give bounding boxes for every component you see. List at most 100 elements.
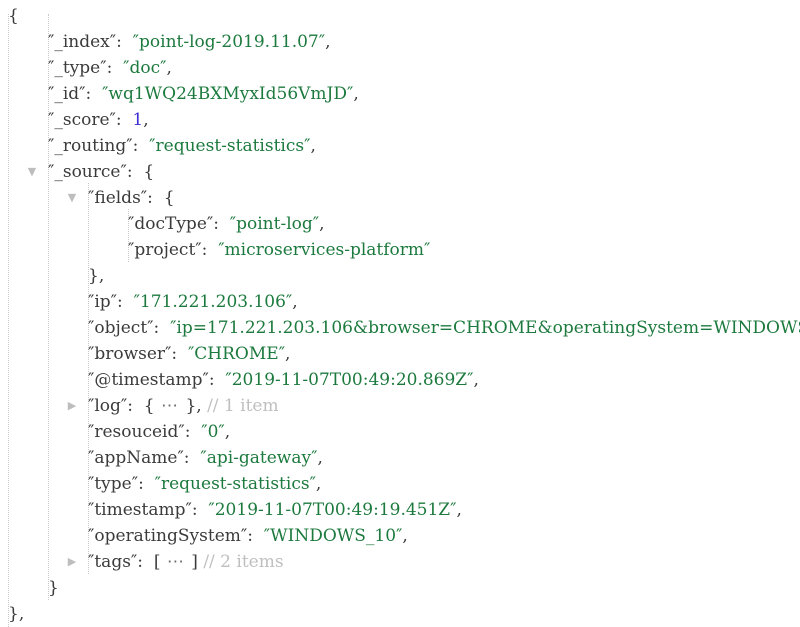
json-key: ″log″ [88,396,128,416]
json-line: { [0,3,800,29]
json-ellipsis[interactable]: ⋯ [160,552,191,572]
json-punctuation: , [317,448,323,468]
json-key: ″appName″ [88,448,184,468]
json-key: ″timestamp″ [88,500,192,520]
json-punctuation: ] [191,552,198,572]
json-key: ″fields″ [88,188,148,208]
json-punctuation [219,214,230,234]
json-line-content: ″_id″: ″wq1WQ24BXMyxId56VmJD″, [48,81,359,107]
json-line: ″log″: { ⋯ }, // 1 item [0,393,800,419]
json-punctuation [253,526,264,546]
json-punctuation [144,474,155,494]
json-line: ″resouceid″: ″0″, [0,419,800,445]
json-line-content: ″ip″: ″171.221.203.106″, [88,289,298,315]
json-punctuation: , [143,110,149,130]
json-punctuation: [ [143,552,161,572]
json-line: ″project″: ″microservices-platform″ [0,237,800,263]
triangle-down-icon[interactable] [66,185,78,211]
json-line-content: ″docType″: ″point-log″, [128,211,325,237]
json-key: ″_index″ [48,32,117,52]
json-string-value: ″microservices-platform″ [218,240,431,260]
json-string-value: ″171.221.203.106″ [133,292,293,312]
json-line-content: ″_type″: ″doc″, [48,55,172,81]
json-line-content: ″_score″: 1, [48,107,149,133]
json-line: ″appName″: ″api-gateway″, [0,445,800,471]
json-punctuation: { [132,162,155,182]
json-line-content: ″tags″: [ ⋯ ] // 2 items [88,549,284,575]
triangle-right-icon[interactable] [66,393,78,419]
json-line-content: ″project″: ″microservices-platform″ [128,237,430,263]
json-punctuation: , [456,500,462,520]
json-line: }, [0,601,800,627]
json-string-value: ″ip=171.221.203.106&browser=CHROME&opera… [170,318,800,338]
json-key: ″docType″ [128,214,214,234]
json-key: ″project″ [128,240,202,260]
json-punctuation: , [325,32,331,52]
json-punctuation: , [315,474,322,494]
json-line: ″ip″: ″171.221.203.106″, [0,289,800,315]
json-line: ″docType″: ″point-log″, [0,211,800,237]
json-line: ″object″: ″ip=171.221.203.106&browser=CH… [0,315,800,341]
json-number-value: 1 [132,110,144,130]
json-line-content: ″log″: { ⋯ }, // 1 item [88,393,279,419]
json-punctuation: , [473,370,479,390]
json-line-content: }, [88,263,104,289]
json-item-count-comment: // 1 item [201,396,279,416]
json-string-value: ″2019-11-07T00:49:19.451Z″ [208,500,457,520]
json-punctuation [159,318,170,338]
json-key: ″type″ [88,474,139,494]
triangle-right-icon[interactable] [66,549,78,575]
json-punctuation [190,422,201,442]
json-punctuation [190,448,201,468]
json-string-value: ″0″ [201,422,225,442]
json-line: ″_type″: ″doc″, [0,55,800,81]
json-punctuation: { [133,396,155,416]
json-line-content: ″browser″: ″CHROME″, [88,341,290,367]
json-punctuation [207,240,218,260]
json-line: ″timestamp″: ″2019-11-07T00:49:19.451Z″, [0,497,800,523]
json-line-content: ″object″: ″ip=171.221.203.106&browser=CH… [88,315,800,341]
json-string-value: ″wq1WQ24BXMyxId56VmJD″ [102,84,354,104]
json-line-content: ″_index″: ″point-log-2019.11.07″, [48,29,331,55]
json-punctuation: { [8,6,19,26]
json-line-content: { [8,3,19,29]
json-document-viewer: { ″_index″: ″point-log-2019.11.07″, ″_type… [0,0,800,627]
triangle-down-icon[interactable] [26,159,38,185]
json-punctuation: { [152,188,175,208]
json-key: ″_score″ [48,110,116,130]
json-line: ″_id″: ″wq1WQ24BXMyxId56VmJD″, [0,81,800,107]
json-punctuation: , [402,526,408,546]
json-punctuation [112,58,123,78]
json-line: ″browser″: ″CHROME″, [0,341,800,367]
json-line: ″operatingSystem″: ″WINDOWS_10″, [0,523,800,549]
json-line: ″_index″: ″point-log-2019.11.07″, [0,29,800,55]
json-key: ″browser″ [88,344,172,364]
json-punctuation: , [224,422,231,442]
json-line-content: } [48,575,59,601]
json-line-content: ″appName″: ″api-gateway″, [88,445,323,471]
json-punctuation: , [353,84,359,104]
json-punctuation [215,370,226,390]
json-ellipsis[interactable]: ⋯ [155,396,186,416]
json-string-value: ″CHROME″ [187,344,286,364]
json-string-value: ″request-statistics″ [154,474,316,494]
json-punctuation: , [292,292,298,312]
json-line: ″type″: ″request-statistics″, [0,471,800,497]
json-line: ″@timestamp″: ″2019-11-07T00:49:20.869Z″… [0,367,800,393]
json-punctuation: }, [185,396,202,416]
json-punctuation [122,110,133,130]
json-line: }, [0,263,800,289]
json-key: ″tags″ [88,552,138,572]
json-line-content: ″_routing″: ″request-statistics″, [48,133,316,159]
json-line-content: ″timestamp″: ″2019-11-07T00:49:19.451Z″, [88,497,462,523]
json-punctuation: , [310,136,316,156]
json-line-content: ″@timestamp″: ″2019-11-07T00:49:20.869Z″… [88,367,479,393]
json-line-content: ″type″: ″request-statistics″, [88,471,321,497]
json-line-content: ″operatingSystem″: ″WINDOWS_10″, [88,523,408,549]
json-string-value: ″2019-11-07T00:49:20.869Z″ [225,370,474,390]
json-string-value: ″doc″ [123,58,167,78]
json-key: ″@timestamp″ [88,370,209,390]
json-line-content: }, [8,601,24,627]
json-key: ″operatingSystem″ [88,526,248,546]
json-punctuation [122,32,133,52]
